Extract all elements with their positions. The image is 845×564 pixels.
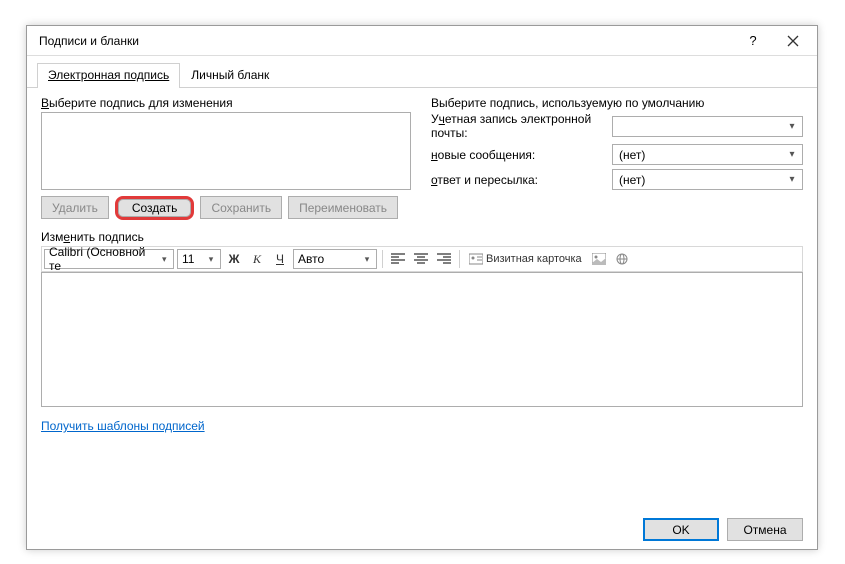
default-signature-label: Выберите подпись, используемую по умолча… [431,96,803,110]
rename-button[interactable]: Переименовать [288,196,398,219]
align-left-button[interactable] [388,249,408,269]
fontsize-combo[interactable]: 11▾ [177,249,221,269]
create-button[interactable]: Создать [115,196,195,220]
tab-digital-signature[interactable]: Электронная подпись [37,63,180,88]
dialog-content: Выберите подпись для изменения Удалить С… [27,88,817,443]
delete-button[interactable]: Удалить [41,196,109,219]
choose-signature-label: Выберите подпись для изменения [41,96,411,110]
align-right-button[interactable] [434,249,454,269]
signature-editor[interactable] [41,272,803,407]
business-card-button[interactable]: Визитная карточка [465,249,586,269]
signature-listbox[interactable] [41,112,411,190]
align-center-icon [414,253,428,265]
align-center-button[interactable] [411,249,431,269]
align-right-icon [437,253,451,265]
reply-combo[interactable]: (нет) ▾ [612,169,803,190]
chevron-down-icon: ▾ [204,254,218,265]
ok-button[interactable]: OK [643,518,719,541]
hyperlink-button[interactable] [612,249,632,269]
dialog-title: Подписи и бланки [39,34,733,48]
edit-signature-label: Изменить подпись [41,230,803,244]
save-button[interactable]: Сохранить [200,196,282,219]
chevron-down-icon: ▾ [157,254,171,265]
newmsg-label: новые сообщения: [431,148,606,162]
tab-bar: Электронная подпись Личный бланк [27,56,817,88]
dialog-footer: OK Отмена [643,518,803,541]
link-icon [615,253,629,265]
chevron-down-icon: ▾ [784,174,800,185]
editor-toolbar: Calibri (Основной те▾ 11▾ Ж К Ч Авто▾ Ви… [41,246,803,272]
autocolor-combo[interactable]: Авто▾ [293,249,377,269]
bold-button[interactable]: Ж [224,249,244,269]
card-icon [469,253,483,265]
italic-button[interactable]: К [247,249,267,269]
image-button[interactable] [589,249,609,269]
newmsg-combo[interactable]: (нет) ▾ [612,144,803,165]
account-combo[interactable]: ▾ [612,116,803,137]
close-button[interactable] [773,27,813,55]
newmsg-value: (нет) [619,148,645,162]
help-button[interactable]: ? [733,27,773,55]
image-icon [592,253,606,265]
titlebar: Подписи и бланки ? [27,26,817,56]
chevron-down-icon: ▾ [360,254,374,265]
chevron-down-icon: ▾ [784,149,800,160]
reply-value: (нет) [619,173,645,187]
align-left-icon [391,253,405,265]
account-label: Учетная запись электронной почты: [431,112,606,140]
font-combo[interactable]: Calibri (Основной те▾ [44,249,174,269]
chevron-down-icon: ▾ [784,121,800,132]
reply-label: ответ и пересылка: [431,173,606,187]
underline-button[interactable]: Ч [270,249,290,269]
templates-link[interactable]: Получить шаблоны подписей [41,419,205,433]
tab-letterhead[interactable]: Личный бланк [180,63,280,88]
close-icon [787,35,799,47]
cancel-button[interactable]: Отмена [727,518,803,541]
signatures-dialog: Подписи и бланки ? Электронная подпись Л… [26,25,818,550]
